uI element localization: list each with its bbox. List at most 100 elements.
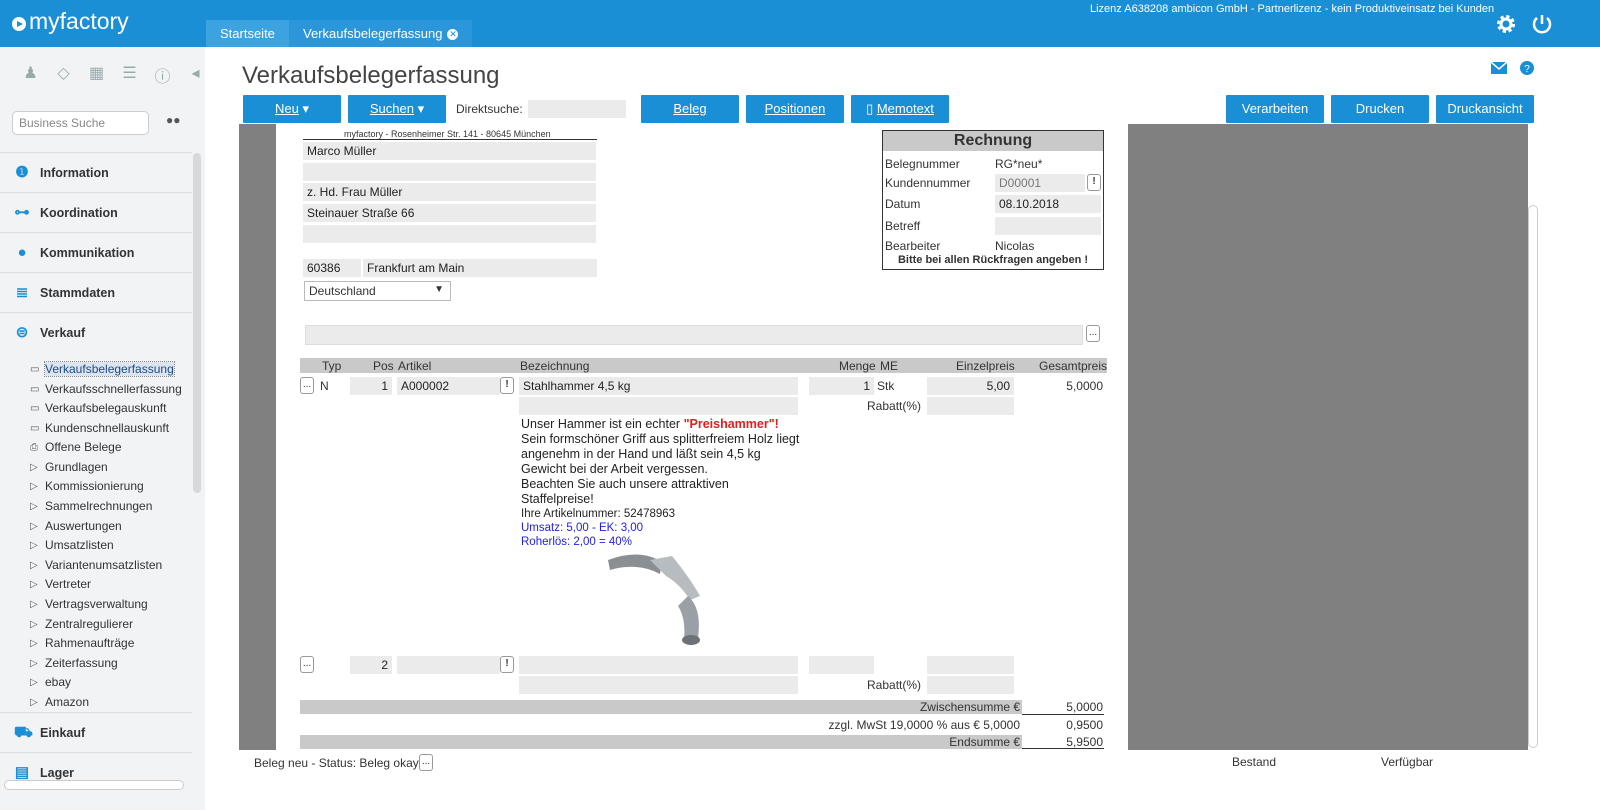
sidebar-item-umsatzlisten[interactable]: ▷ Umsatzlisten	[30, 538, 114, 552]
row2-menge-field[interactable]	[809, 656, 874, 674]
memotext-button[interactable]: ▯ Memotext	[851, 95, 949, 123]
drucken-button[interactable]: Drucken	[1331, 95, 1429, 123]
row1-bezeichnung-field[interactable]: Stahlhammer 4,5 kg	[519, 377, 798, 395]
row1-einzelpreis-field[interactable]: 5,00	[927, 377, 1014, 395]
row2-artikel-field[interactable]	[397, 656, 500, 674]
row1-menge-field[interactable]: 1	[809, 377, 874, 395]
row2-bezeichnung-field[interactable]	[519, 656, 798, 674]
row2-rabatt-field[interactable]	[927, 676, 1014, 694]
direktsuche-input[interactable]	[528, 100, 626, 118]
positionen-button[interactable]: Positionen	[746, 95, 844, 123]
window-icon: ▭	[30, 402, 40, 414]
close-tab-icon[interactable]: ✕	[447, 29, 459, 40]
sidebar-item-vertragsverwaltung[interactable]: ▷ Vertragsverwaltung	[30, 597, 148, 611]
zwischensumme-line	[1022, 714, 1104, 715]
row1-pos[interactable]: 1	[350, 377, 392, 395]
nav-einkauf[interactable]: ⛟ Einkauf	[0, 712, 192, 752]
checklist-icon[interactable]: ☰	[113, 63, 146, 87]
address-name-field[interactable]: Marco Müller	[303, 142, 596, 160]
sidebar-item-vertreter[interactable]: ▷ Vertreter	[30, 577, 91, 591]
sidebar-item-auswertungen[interactable]: ▷ Auswertungen	[30, 519, 122, 533]
row2-more-button[interactable]: ...	[300, 656, 314, 673]
address-attn-field[interactable]: z. Hd. Frau Müller	[303, 183, 596, 201]
sidebar-item-ebay[interactable]: ▷ ebay	[30, 675, 71, 689]
kundennummer-field[interactable]: D00001	[995, 174, 1085, 192]
expand-arrow-icon: ▷	[30, 676, 38, 688]
document-margin-left	[239, 124, 276, 750]
sidebar-item-kundenschnellauskunft[interactable]: ▭ Kundenschnellauskunft	[30, 421, 169, 435]
kundennummer-info-button[interactable]: !	[1087, 174, 1101, 191]
sidebar-item-zeiterfassung[interactable]: ▷ Zeiterfassung	[30, 656, 118, 670]
nav-information[interactable]: ❶ Information	[0, 152, 192, 192]
address-line2-field[interactable]	[303, 163, 596, 181]
info-circle-icon[interactable]: ⓘ	[146, 63, 179, 87]
direktsuche-label: Direktsuche:	[456, 102, 523, 116]
row1-bezeichnung2-field[interactable]	[519, 397, 798, 415]
positions-table-header: Typ Pos Artikel Bezeichnung Menge ME Ein…	[300, 358, 1107, 373]
sidebar-item-verkaufsbelegauskunft[interactable]: ▭ Verkaufsbelegauskunft	[30, 401, 166, 415]
header-text-more-button[interactable]: ...	[1086, 325, 1100, 342]
tab-startseite[interactable]: Startseite	[206, 20, 289, 47]
row2-pos[interactable]: 2	[350, 656, 392, 674]
city-field[interactable]: Frankfurt am Main	[363, 259, 597, 277]
druckansicht-button[interactable]: Druckansicht	[1436, 95, 1534, 123]
header-bezeichnung: Bezeichnung	[520, 359, 590, 373]
business-search-input[interactable]: Business Suche	[12, 111, 149, 135]
sidebar-item-zentralregulierer[interactable]: ▷ Zentralregulierer	[30, 617, 133, 631]
collapse-icon[interactable]: ◂	[179, 63, 212, 87]
sidebar-item-verkaufsschnellerfassung[interactable]: ▭ Verkaufsschnellerfassung	[30, 382, 182, 396]
logo-icon	[12, 16, 26, 31]
sidebar-item-offene-belege[interactable]: ⎙ Offene Belege	[30, 440, 122, 454]
betreff-field[interactable]	[995, 217, 1101, 235]
help-icon[interactable]: ?	[1520, 61, 1534, 75]
description-roherloes: Roherlös: 2,00 = 40%	[521, 536, 632, 548]
sidebar-item-grundlagen[interactable]: ▷ Grundlagen	[30, 460, 108, 474]
header-text-area[interactable]	[305, 325, 1083, 345]
mail-icon[interactable]	[1491, 62, 1507, 74]
sidebar-horizontal-scrollbar[interactable]	[4, 780, 184, 790]
tab-verkaufsbelegerfassung[interactable]: Verkaufsbelegerfassung ✕	[289, 20, 473, 47]
nav-stammdaten[interactable]: ≣ Stammdaten	[0, 272, 192, 312]
sidebar-item-amazon[interactable]: ▷ Amazon	[30, 695, 89, 709]
status-more-button[interactable]: ...	[419, 754, 433, 771]
search-options-icon[interactable]: ●●	[166, 113, 181, 127]
calendar-icon[interactable]: ▦	[80, 63, 113, 87]
sidebar-scrollbar[interactable]	[193, 153, 201, 493]
coins-icon: ⊜	[15, 323, 29, 341]
neu-button[interactable]: Neu ▾	[243, 95, 341, 123]
zip-field[interactable]: 60386	[303, 259, 361, 277]
nav-kommunikation[interactable]: ● Kommunikation	[0, 232, 192, 272]
row2-artikel-info-button[interactable]: !	[500, 656, 514, 673]
pin-icon[interactable]: ♟	[14, 63, 47, 87]
sidebar-item-kommissionierung[interactable]: ▷ Kommissionierung	[30, 479, 144, 493]
row1-more-button[interactable]: ...	[300, 377, 314, 394]
address-line5-field[interactable]	[303, 225, 596, 243]
settings-gear-icon[interactable]	[1494, 12, 1518, 36]
row1-rabatt-field[interactable]	[927, 397, 1014, 415]
power-icon[interactable]	[1530, 12, 1554, 36]
datum-field[interactable]: 08.10.2018	[995, 195, 1101, 213]
sidebar-item-rahmenauftraege[interactable]: ▷ Rahmenaufträge	[30, 636, 134, 650]
address-street-field[interactable]: Steinauer Straße 66	[303, 204, 596, 222]
betreff-label: Betreff	[885, 219, 921, 233]
row1-me: Stk	[877, 379, 895, 393]
nav-verkauf[interactable]: ⊜ Verkauf	[0, 312, 192, 352]
country-select[interactable]: Deutschland ▼	[304, 281, 451, 301]
suchen-button[interactable]: Suchen ▾	[348, 95, 446, 123]
row2-bezeichnung2-field[interactable]	[519, 676, 798, 694]
expand-arrow-icon: ▷	[30, 637, 38, 649]
sidebar-item-sammelrechnungen[interactable]: ▷ Sammelrechnungen	[30, 499, 152, 513]
beleg-button[interactable]: Beleg	[641, 95, 739, 123]
document-scrollbar[interactable]	[1528, 205, 1538, 748]
expand-arrow-icon: ▷	[30, 559, 38, 571]
endsumme-line	[1022, 748, 1104, 749]
row1-artikel-field[interactable]: A000002	[397, 377, 500, 395]
row2-einzelpreis-field[interactable]	[927, 656, 1014, 674]
nav-koordination[interactable]: ⊶ Koordination	[0, 192, 192, 232]
sidebar-item-verkaufsbelegerfassung[interactable]: ▭ Verkaufsbelegerfassung	[30, 361, 175, 377]
eraser-icon[interactable]: ◇	[47, 63, 80, 87]
verarbeiten-button[interactable]: Verarbeiten	[1226, 95, 1324, 123]
myfactory-logo[interactable]: myfactory	[12, 8, 129, 35]
row1-artikel-info-button[interactable]: !	[500, 377, 514, 394]
sidebar-item-variantenumsatzlisten[interactable]: ▷ Variantenumsatzlisten	[30, 558, 162, 572]
